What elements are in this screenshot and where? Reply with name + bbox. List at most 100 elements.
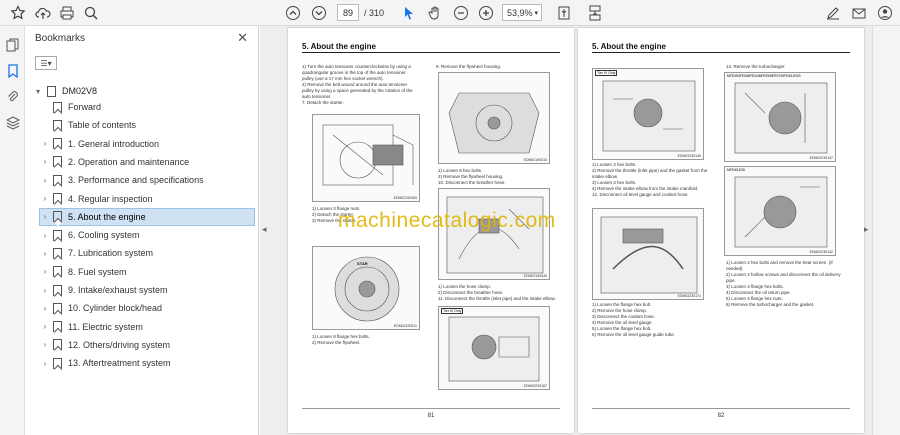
bookmark-icon [53, 247, 62, 259]
bookmark-label: 3. Performance and specifications [68, 175, 204, 186]
bookmark-options-button[interactable]: ☰▾ [35, 56, 57, 70]
chevron-down-icon: ▾ [534, 9, 538, 17]
chevron-right-icon[interactable]: › [40, 304, 50, 313]
chevron-right-icon[interactable]: › [40, 286, 50, 295]
bookmark-label: Forward [68, 102, 102, 112]
chevron-right-icon[interactable]: › [40, 267, 50, 276]
zoom-out-icon[interactable] [452, 4, 470, 22]
bookmark-label: 6. Cooling system [68, 230, 140, 241]
fit-page-icon[interactable] [555, 4, 573, 22]
layers-icon[interactable] [4, 114, 21, 131]
bookmark-item[interactable]: › 10. Cylinder block/head [40, 299, 254, 317]
close-icon[interactable]: ✕ [237, 30, 248, 46]
bookmark-panel-icon[interactable] [4, 62, 21, 79]
chevron-right-icon[interactable]: › [40, 231, 50, 240]
bookmark-label: 4. Regular inspection [68, 193, 153, 204]
model-label: MFE00LE08 [727, 168, 745, 172]
zoom-level-value: 53,9% [507, 7, 533, 18]
instruction-text: 1) Loosen 8 flange hex bolts. 2) Remove … [312, 334, 370, 345]
oil-gauge-figure: EDM02230171 [592, 208, 704, 300]
bookmark-item[interactable]: › 8. Fuel system [40, 263, 254, 281]
bookmark-label: 12. Others/driving system [68, 339, 171, 350]
figure-label: EDM02230171 [677, 294, 701, 298]
page-number: 82 [717, 413, 725, 419]
chevron-right-icon[interactable]: › [40, 249, 50, 258]
bookmark-item[interactable]: › 6. Cooling system [40, 226, 254, 244]
hand-tool-icon[interactable] [426, 4, 444, 22]
breather-figure: EDM02190349 [438, 188, 550, 280]
scroll-mode-icon[interactable] [586, 4, 604, 22]
chevron-down-icon[interactable]: ▾ [33, 87, 43, 96]
bookmark-icon [53, 321, 62, 333]
account-icon[interactable] [876, 4, 894, 22]
chevron-right-icon[interactable]: › [40, 139, 50, 148]
main-toolbar: 89 / 310 53,9% ▾ [0, 0, 900, 26]
figure-label: EDM02190310 [523, 158, 547, 162]
bookmarks-panel: Bookmarks ✕ ☰▾ ▾ DM02V8 Forward Table of … [25, 26, 259, 435]
chevron-right-icon[interactable]: › [40, 176, 50, 185]
bookmark-icon [53, 302, 62, 314]
select-cursor-icon[interactable] [400, 4, 418, 22]
bookmark-item[interactable]: › 2. Operation and maintenance [40, 153, 254, 171]
bookmark-icon [53, 211, 62, 223]
chevron-right-icon[interactable]: › [40, 157, 50, 166]
bookmark-label: 7. Lubrication system [68, 248, 154, 259]
page-header: 5. About the engine [592, 42, 850, 53]
bookmark-item[interactable]: › 1. General introduction [40, 135, 254, 153]
bookmark-item[interactable]: › 7. Lubrication system [40, 244, 254, 262]
bookmark-item[interactable]: › 13. Aftertreatment system [40, 354, 254, 372]
star-icon[interactable] [9, 4, 27, 22]
bookmark-label: 1. General introduction [68, 138, 160, 149]
page-footer-rule [592, 408, 850, 409]
search-icon[interactable] [82, 4, 100, 22]
instruction-text: 1) Loosen the flange hex bolt. 2) Remove… [592, 302, 676, 337]
zoom-level-input[interactable]: 53,9% ▾ [502, 4, 542, 21]
print-icon[interactable] [58, 4, 76, 22]
bookmark-label: 8. Fuel system [68, 266, 127, 277]
housing-figure: EDM02190310 [438, 72, 550, 164]
bookmark-label: 2. Operation and maintenance [68, 156, 190, 167]
expand-right-icon[interactable]: ▸ [864, 224, 869, 235]
right-side-bar[interactable] [872, 26, 900, 435]
chevron-right-icon[interactable]: › [40, 212, 50, 221]
figure-label: EDM02230149 [677, 154, 701, 158]
bookmark-item[interactable]: Forward [40, 98, 254, 116]
collapse-panel-icon[interactable]: ◂ [262, 224, 267, 235]
zoom-in-icon[interactable] [477, 4, 495, 22]
chevron-right-icon[interactable]: › [40, 194, 50, 203]
bookmark-label: 13. Aftertreatment system [68, 358, 171, 369]
bookmark-icon [53, 101, 62, 113]
upload-cloud-icon[interactable] [34, 4, 52, 22]
bookmark-item[interactable]: › 5. About the engine [39, 207, 255, 226]
bookmark-item[interactable]: › 11. Electric system [40, 318, 254, 336]
bookmark-item[interactable]: › 9. Intake/exhaust system [40, 281, 254, 299]
chevron-right-icon[interactable]: › [40, 322, 50, 331]
watermark-text: machinecatalogic.com [338, 209, 556, 232]
mail-icon[interactable] [850, 4, 868, 22]
figure-tag: Tier IV Only [595, 70, 618, 76]
bookmark-icon [53, 266, 62, 278]
intake-figure: Tier IV Only EDM02230149 [592, 68, 704, 160]
bookmark-icon [53, 119, 62, 131]
attachment-icon[interactable] [4, 88, 21, 105]
page-up-icon[interactable] [284, 4, 302, 22]
instruction-text: 9. Remove the flywheel housing. [436, 64, 502, 69]
bookmark-item[interactable]: Table of contents [40, 116, 254, 134]
page-number-input[interactable]: 89 [337, 4, 359, 21]
bookmark-icon [53, 156, 62, 168]
instruction-text: 1) Loosen 3 hex bolts. 2) Remove the thr… [592, 162, 708, 197]
bookmark-item[interactable]: › 4. Regular inspection [40, 190, 254, 208]
sign-pen-icon[interactable] [824, 4, 842, 22]
bookmark-item[interactable]: › 3. Performance and specifications [40, 171, 254, 189]
chevron-right-icon[interactable]: › [40, 359, 50, 368]
stamp-label: STAR [357, 261, 368, 266]
navigation-rail [0, 26, 25, 435]
pages-icon[interactable] [4, 36, 21, 53]
chevron-right-icon[interactable]: › [40, 340, 50, 349]
page-header: 5. About the engine [302, 42, 560, 53]
bookmark-label: 5. About the engine [68, 211, 146, 222]
bookmark-item[interactable]: › 12. Others/driving system [40, 336, 254, 354]
instruction-text: 1) Loosen 2 hex bolts and remove the hea… [726, 260, 841, 307]
page-down-icon[interactable] [310, 4, 328, 22]
figure-label: EDM02190311 [393, 324, 417, 328]
